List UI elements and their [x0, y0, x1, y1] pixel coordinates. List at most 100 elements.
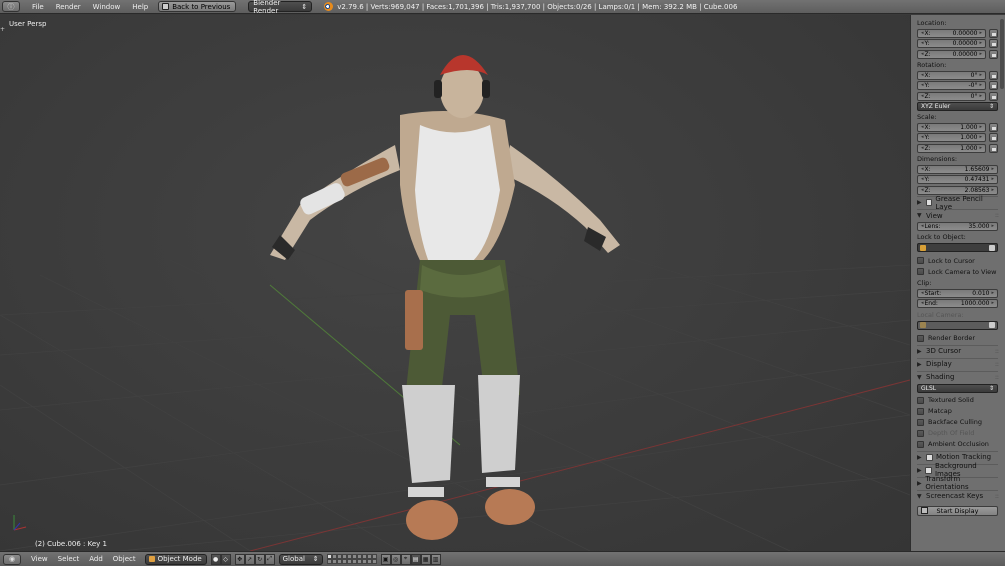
pivot-point-icon[interactable]: ◇: [220, 553, 231, 565]
scale-x-row: ◂ X: 1.000 ▸: [917, 122, 998, 132]
back-to-previous-button[interactable]: Back to Previous: [158, 1, 237, 12]
lock-icon[interactable]: [989, 28, 998, 38]
expanded-triangle-icon: ▼: [917, 492, 922, 500]
lock-layers-icon[interactable]: ▣: [380, 553, 391, 565]
background-images-checkbox[interactable]: [925, 466, 932, 474]
grip-icon[interactable]: :::: [995, 493, 999, 500]
background-images-section[interactable]: ▶ Background Images: [917, 462, 998, 478]
play-icon: [921, 507, 928, 514]
grip-icon[interactable]: :::: [995, 348, 999, 355]
plus-icon[interactable]: +: [0, 26, 5, 33]
start-display-button[interactable]: Start Display: [917, 505, 998, 516]
eyedropper-icon[interactable]: [989, 244, 995, 251]
matcap-row[interactable]: Matcap: [917, 406, 998, 417]
menu-file[interactable]: File: [26, 3, 50, 11]
menu-add[interactable]: Add: [84, 555, 108, 563]
rotation-z-field[interactable]: ◂ Z: 0° ▸: [917, 91, 986, 101]
dimensions-x-field[interactable]: ◂ X: 1.65609 ▸: [917, 164, 998, 174]
rotation-x-field[interactable]: ◂ X: 0° ▸: [917, 70, 986, 80]
layer-buttons[interactable]: [326, 554, 377, 564]
transform-orientation-select[interactable]: Global ⇕: [278, 553, 323, 565]
back-to-previous-label: Back to Previous: [172, 2, 231, 11]
lock-to-cursor-row[interactable]: Lock to Cursor: [917, 255, 998, 266]
lock-icon[interactable]: [989, 49, 998, 59]
opengl-render-icon[interactable]: ▦: [420, 553, 431, 565]
lock-icon[interactable]: [989, 143, 998, 153]
ambient-occlusion-checkbox[interactable]: [917, 440, 924, 448]
menu-object[interactable]: Object: [108, 555, 141, 563]
grip-icon[interactable]: :::: [995, 361, 999, 368]
rotation-mode-select[interactable]: XYZ Euler ⇕: [917, 102, 998, 111]
render-border-checkbox[interactable]: [917, 334, 924, 342]
grip-icon[interactable]: :::: [995, 212, 999, 219]
menu-select[interactable]: Select: [53, 555, 85, 563]
screencast-keys-section[interactable]: ▼ Screencast Keys :::: [917, 489, 999, 502]
backface-culling-row[interactable]: Backface Culling: [917, 417, 998, 428]
motion-tracking-section[interactable]: ▶ Motion Tracking: [917, 450, 998, 463]
proportional-edit-icon[interactable]: ◎: [390, 553, 401, 565]
manipulator-toggle-icon[interactable]: ✥: [234, 553, 245, 565]
motion-tracking-label: Motion Tracking: [936, 453, 992, 461]
lock-icon[interactable]: [989, 122, 998, 132]
3d-cursor-section[interactable]: ▶ 3D Cursor :::: [917, 344, 999, 357]
location-y-field[interactable]: ◂ Y: 0.00000 ▸: [917, 39, 986, 48]
menu-help[interactable]: Help: [126, 3, 154, 11]
lock-icon[interactable]: [989, 91, 998, 101]
local-camera-field[interactable]: [917, 320, 998, 330]
motion-tracking-checkbox[interactable]: [926, 453, 933, 461]
viewport-shading-icon[interactable]: ●: [210, 553, 221, 565]
translate-icon[interactable]: ↗: [244, 553, 255, 565]
lens-field[interactable]: ◂ Lens: 35.000 ▸: [917, 221, 998, 231]
scale-z-field[interactable]: ◂ Z: 1.000 ▸: [917, 143, 986, 153]
backface-culling-checkbox[interactable]: [917, 418, 924, 426]
rotation-y-field[interactable]: ◂ Y: -0° ▸: [917, 81, 986, 90]
eyedropper-icon[interactable]: [989, 322, 995, 328]
grease-pencil-checkbox[interactable]: [925, 199, 933, 206]
render-engine-select[interactable]: Blender Render ⇕: [248, 0, 313, 15]
lock-camera-to-view-row[interactable]: Lock Camera to View: [917, 266, 998, 277]
editor-type-button[interactable]: ⓘ: [2, 1, 20, 12]
clip-end-field[interactable]: ◂ End: 1000.000 ▸: [917, 299, 998, 308]
rotate-icon[interactable]: ↻: [254, 553, 265, 565]
clip-end-label: End:: [924, 300, 938, 307]
camera-render-icon[interactable]: ▥: [430, 553, 441, 565]
lock-to-cursor-checkbox[interactable]: [917, 257, 924, 264]
3d-viewport[interactable]: User Persp + (2) Cube.006 : Key 1: [0, 15, 910, 551]
editor-type-button[interactable]: ◉: [3, 553, 21, 565]
lock-icon[interactable]: [989, 81, 998, 90]
scale-icon[interactable]: ⤢: [264, 553, 275, 565]
view-section[interactable]: ▼ View :::: [917, 209, 999, 221]
textured-solid-row[interactable]: Textured Solid: [917, 395, 998, 406]
render-preview-icon[interactable]: ▤: [410, 553, 421, 565]
ambient-occlusion-row[interactable]: Ambient Occlusion: [917, 439, 998, 450]
textured-solid-checkbox[interactable]: [917, 396, 924, 404]
collapsed-triangle-icon: ▶: [917, 479, 922, 487]
start-display-label: Start Display: [936, 506, 979, 515]
matcap-checkbox[interactable]: [917, 407, 924, 415]
display-section[interactable]: ▶ Display :::: [917, 357, 999, 370]
location-z-field[interactable]: ◂ Z: 0.00000 ▸: [917, 49, 986, 59]
menu-window[interactable]: Window: [87, 3, 127, 11]
lock-icon[interactable]: [989, 39, 998, 48]
shading-mode-select[interactable]: GLSL ⇕: [917, 383, 998, 393]
lock-to-object-field[interactable]: [917, 243, 998, 252]
render-border-row[interactable]: Render Border: [917, 333, 998, 344]
dimensions-y-field[interactable]: ◂ Y: 0.47431 ▸: [917, 175, 998, 184]
clip-start-field[interactable]: ◂ Start: 0.010 ▸: [917, 288, 998, 298]
snap-icon[interactable]: ⌖: [400, 553, 411, 565]
menu-render[interactable]: Render: [50, 3, 87, 11]
dimensions-z-field[interactable]: ◂ Z: 2.08563 ▸: [917, 185, 998, 195]
transform-orientations-section[interactable]: ▶ Transform Orientations: [917, 475, 998, 491]
location-x-field[interactable]: ◂ X: 0.00000 ▸: [917, 28, 986, 38]
menu-view[interactable]: View: [26, 555, 53, 563]
lock-icon[interactable]: [989, 133, 998, 142]
shading-section[interactable]: ▼ Shading :::: [917, 370, 999, 383]
grease-pencil-section[interactable]: ▶ Grease Pencil Laye: [917, 195, 998, 211]
interaction-mode-select[interactable]: Object Mode: [144, 553, 207, 565]
lock-camera-to-view-checkbox[interactable]: [917, 268, 924, 275]
scale-x-field[interactable]: ◂ X: 1.000 ▸: [917, 122, 986, 132]
panel-scrollbar[interactable]: [1000, 19, 1004, 89]
scale-y-field[interactable]: ◂ Y: 1.000 ▸: [917, 133, 986, 142]
lock-icon[interactable]: [989, 70, 998, 80]
grip-icon[interactable]: :::: [995, 374, 999, 381]
